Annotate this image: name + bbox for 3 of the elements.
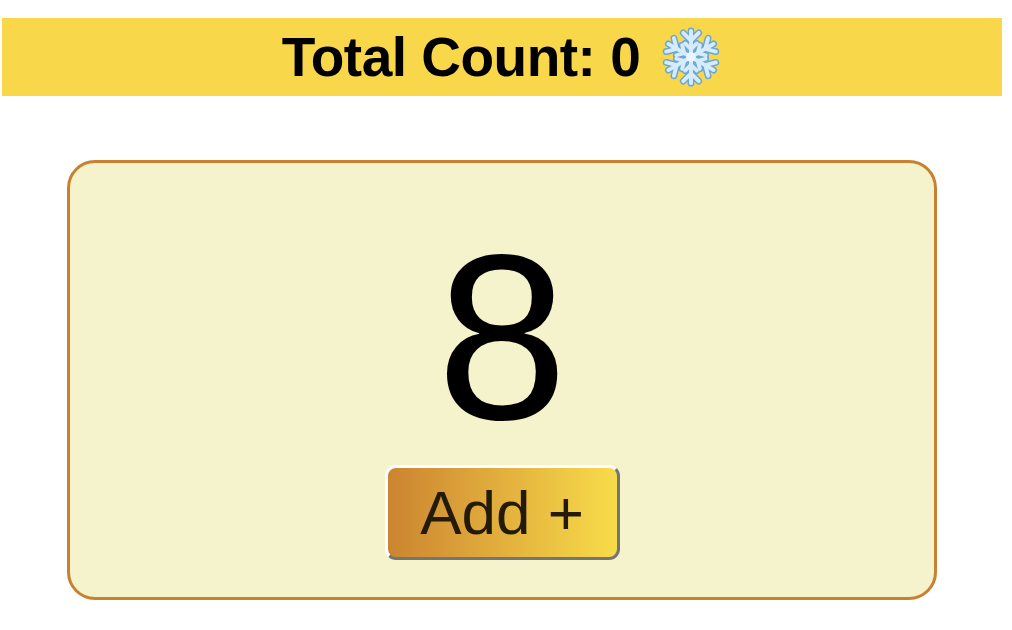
- counter-value: 8: [436, 220, 568, 455]
- total-count-title: Total Count: 0: [281, 25, 641, 89]
- add-button[interactable]: Add +: [384, 465, 620, 560]
